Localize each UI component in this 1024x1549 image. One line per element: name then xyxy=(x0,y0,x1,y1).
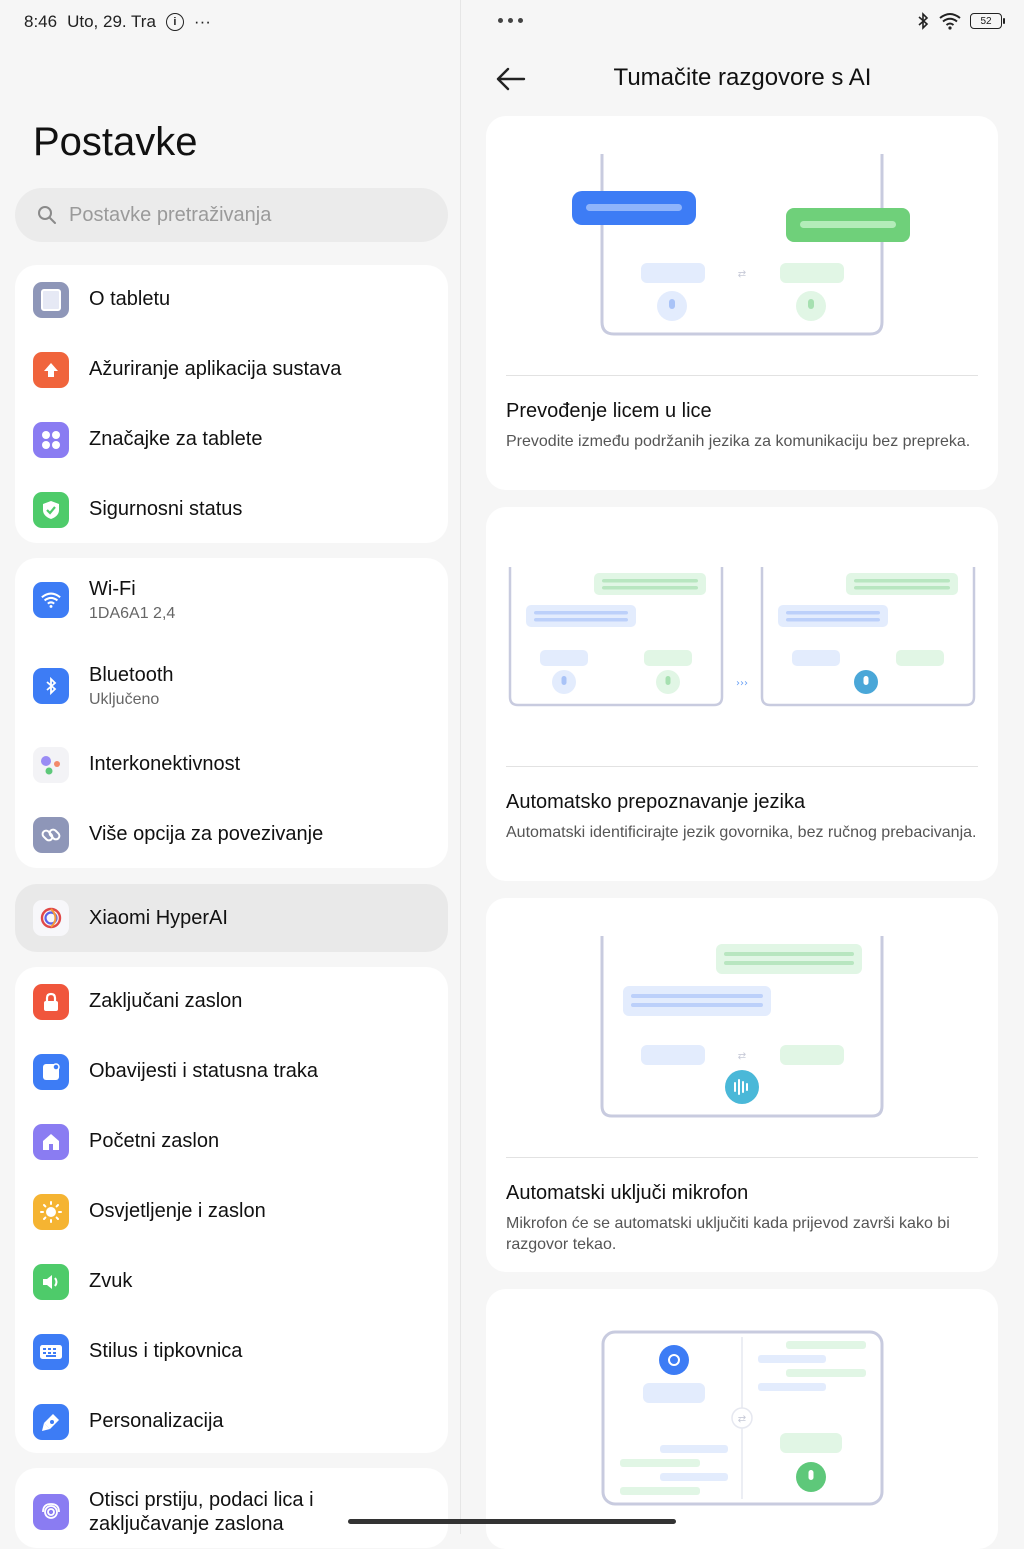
bluetooth-status-icon xyxy=(918,12,929,30)
settings-item-label: Zvuk xyxy=(89,1270,133,1292)
card-description: Prevodite između podržanih jezika za kom… xyxy=(506,433,971,450)
illustration-language-detect: ››› xyxy=(508,567,976,707)
settings-item-interconnectivity[interactable]: Interkonektivnost xyxy=(15,730,448,800)
settings-item-label: Otisci prstiju, podaci lica i zaključava… xyxy=(89,1489,314,1535)
card-separator xyxy=(506,375,978,376)
illustration-auto-microphone: ⇄ xyxy=(600,936,884,1118)
feature-card-auto-microphone[interactable]: ⇄ Automatski uključi mikrofon Mikrofon ć… xyxy=(486,898,998,1272)
settings-panel: Postavke Postavke pretraživanja O tablet… xyxy=(0,0,460,1548)
settings-item-xiaomi-hyperai[interactable]: Xiaomi HyperAI xyxy=(15,884,448,952)
feature-card-face-to-face[interactable]: ⇄ Prevođenje licem u lice Prevodite izme… xyxy=(486,116,998,490)
settings-item-system-updates[interactable]: Ažuriranje aplikacija sustava xyxy=(15,335,448,405)
settings-item-label: Početni zaslon xyxy=(89,1130,220,1152)
wifi-status-icon xyxy=(939,13,961,30)
tablet-icon xyxy=(33,282,69,318)
settings-group-device: O tabletu Ažuriranje aplikacija sustava … xyxy=(15,265,448,543)
illustration-split-view: ⇄ xyxy=(601,1330,884,1506)
svg-text:⇄: ⇄ xyxy=(738,269,746,280)
shield-check-icon xyxy=(33,492,69,528)
card-separator xyxy=(506,1157,978,1158)
battery-icon: 52 xyxy=(970,13,1005,29)
wifi-icon xyxy=(33,582,69,618)
speaker-icon xyxy=(33,1264,69,1300)
sun-icon xyxy=(33,1194,69,1230)
settings-item-lock-screen[interactable]: Zaključani zaslon xyxy=(15,967,448,1037)
settings-group-hyperai: Xiaomi HyperAI xyxy=(15,884,448,952)
settings-item-label: Stilus i tipkovnica xyxy=(89,1340,243,1362)
settings-item-label: Ažuriranje aplikacija sustava xyxy=(89,358,342,380)
feature-card-split-view[interactable]: ⇄ xyxy=(486,1289,998,1549)
illustration-face-to-face: ⇄ xyxy=(572,154,910,336)
settings-item-label: O tabletu xyxy=(89,288,171,310)
svg-text:›››: ››› xyxy=(736,678,748,689)
fingerprint-icon xyxy=(33,1494,69,1530)
lock-icon xyxy=(33,984,69,1020)
link-icon xyxy=(33,817,69,853)
settings-item-notifications[interactable]: Obavijesti i statusna traka xyxy=(15,1037,448,1107)
grid-dots-icon xyxy=(33,422,69,458)
svg-text:⇄: ⇄ xyxy=(738,1051,746,1062)
settings-item-wifi[interactable]: Wi-Fi 1DA6A1 2,4 xyxy=(15,558,448,644)
hyperai-icon xyxy=(33,900,69,936)
settings-item-fingerprint[interactable]: Otisci prstiju, podaci lica i zaključava… xyxy=(15,1468,448,1548)
settings-item-label: Wi-Fi xyxy=(89,578,136,600)
settings-item-about-tablet[interactable]: O tabletu xyxy=(15,265,448,335)
settings-group-display: Zaključani zaslon Obavijesti i statusna … xyxy=(15,967,448,1453)
settings-item-sound[interactable]: Zvuk xyxy=(15,1247,448,1317)
settings-item-label: Personalizacija xyxy=(89,1410,224,1432)
settings-item-tablet-features[interactable]: Značajke za tablete xyxy=(15,405,448,475)
feature-card-language-detect[interactable]: ››› Automatsko prepoznavanje jezika Auto… xyxy=(486,507,998,881)
brush-icon xyxy=(33,1404,69,1440)
detail-title: Tumačite razgovore s AI xyxy=(613,64,872,91)
settings-item-label: Xiaomi HyperAI xyxy=(89,907,228,929)
settings-item-label: Značajke za tablete xyxy=(89,428,263,450)
settings-item-label: Zaključani zaslon xyxy=(89,990,243,1012)
notification-icon xyxy=(33,1054,69,1090)
search-icon xyxy=(38,206,56,224)
card-title: Automatsko prepoznavanje jezika xyxy=(506,791,806,813)
settings-item-label: Sigurnosni status xyxy=(89,498,243,520)
card-title: Automatski uključi mikrofon xyxy=(506,1182,749,1204)
settings-item-more-connectivity[interactable]: Više opcija za povezivanje xyxy=(15,800,448,870)
update-arrow-icon xyxy=(33,352,69,388)
keyboard-icon xyxy=(33,1334,69,1370)
home-icon xyxy=(33,1124,69,1160)
status-bar-right: 52 xyxy=(916,12,1005,30)
card-description: Automatski identificirajte jezik govorni… xyxy=(506,824,977,841)
settings-item-label: Bluetooth xyxy=(89,664,174,686)
svg-text:⇄: ⇄ xyxy=(738,1414,746,1425)
search-input[interactable]: Postavke pretraživanja xyxy=(15,188,448,242)
settings-group-connections: Wi-Fi 1DA6A1 2,4 Bluetooth Uključeno Int… xyxy=(15,558,448,868)
interconnect-dots-icon xyxy=(33,747,69,783)
settings-item-bluetooth[interactable]: Bluetooth Uključeno xyxy=(15,644,448,730)
settings-item-sublabel: 1DA6A1 2,4 xyxy=(89,605,176,622)
settings-item-stylus-keyboard[interactable]: Stilus i tipkovnica xyxy=(15,1317,448,1387)
settings-item-label: Više opcija za povezivanje xyxy=(89,823,324,845)
page-title: Postavke xyxy=(33,120,198,164)
card-title: Prevođenje licem u lice xyxy=(506,400,712,422)
settings-item-sublabel: Uključeno xyxy=(89,691,160,708)
search-placeholder: Postavke pretraživanja xyxy=(69,203,272,226)
settings-item-brightness-display[interactable]: Osvjetljenje i zaslon xyxy=(15,1177,448,1247)
card-description: Mikrofon će se automatski uključiti kada… xyxy=(506,1215,950,1253)
card-separator xyxy=(506,766,978,767)
bluetooth-icon xyxy=(33,668,69,704)
settings-item-label: Interkonektivnost xyxy=(89,753,241,775)
settings-item-label: Osvjetljenje i zaslon xyxy=(89,1200,266,1222)
settings-item-personalization[interactable]: Personalizacija xyxy=(15,1387,448,1457)
settings-item-home-screen[interactable]: Početni zaslon xyxy=(15,1107,448,1177)
multiwindow-dots-icon[interactable] xyxy=(498,18,523,23)
settings-item-label: Obavijesti i statusna traka xyxy=(89,1060,318,1082)
pane-divider xyxy=(460,0,461,1534)
settings-group-biometrics: Otisci prstiju, podaci lica i zaključava… xyxy=(15,1468,448,1548)
settings-item-security-status[interactable]: Sigurnosni status xyxy=(15,475,448,545)
home-indicator[interactable] xyxy=(348,1519,676,1524)
